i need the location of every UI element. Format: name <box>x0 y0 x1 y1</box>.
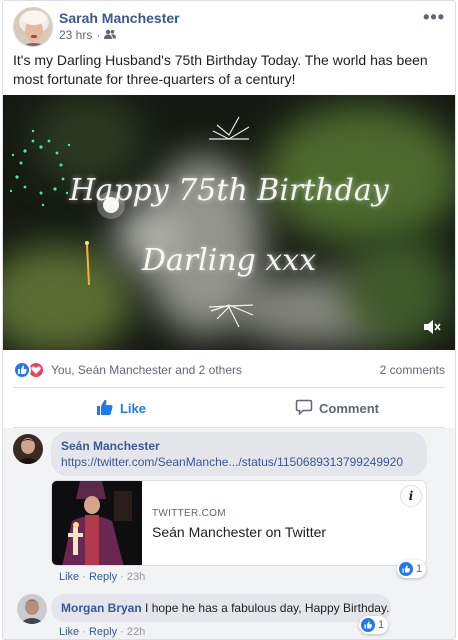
reactions-summary[interactable]: You, Seán Manchester and 2 others <box>51 363 242 377</box>
link-preview-card[interactable]: TWITTER.COM Seán Manchester on Twitter i <box>51 480 427 566</box>
comment-like-badge[interactable]: 1 <box>397 560 427 578</box>
post-actions: Like Comment <box>13 391 445 425</box>
video-caption-line-2: Darling xxx <box>141 243 317 278</box>
comment-like-badge[interactable]: 1 <box>359 616 389 634</box>
like-reaction-icon <box>361 618 375 632</box>
like-button-label: Like <box>119 400 146 416</box>
fireworks-graphic <box>9 116 254 328</box>
comment-time[interactable]: 22h <box>127 626 145 638</box>
video-caption-line-1: Happy 75th Birthday <box>69 173 389 208</box>
comment-like-link[interactable]: Like <box>59 571 79 583</box>
comment-bubble-icon <box>295 398 313 419</box>
comment-time[interactable]: 23h <box>127 571 145 583</box>
preview-title[interactable]: Seán Manchester on Twitter <box>152 524 326 540</box>
reactions-bar: You, Seán Manchester and 2 others 2 comm… <box>13 359 445 381</box>
comment-reply-link[interactable]: Reply <box>89 626 117 638</box>
info-icon[interactable]: i <box>400 485 422 507</box>
comment-like-count: 1 <box>416 563 423 575</box>
thumbs-up-icon <box>96 398 114 419</box>
author-avatar[interactable] <box>13 7 53 47</box>
reaction-icons[interactable] <box>13 361 49 379</box>
comment-reply-link[interactable]: Reply <box>89 571 117 583</box>
post-text: It's my Darling Husband's 75th Birthday … <box>13 52 428 87</box>
comment-button[interactable]: Comment <box>229 391 445 425</box>
commenter-avatar[interactable] <box>17 594 47 624</box>
like-button[interactable]: Like <box>13 391 229 425</box>
comment-bubble: Morgan Bryan I hope he has a fabulous da… <box>51 594 391 622</box>
comments-section: Seán Manchester https://twitter.com/Sean… <box>3 428 455 639</box>
birthday-video[interactable]: Happy 75th Birthday Darling xxx <box>3 95 455 350</box>
comment-like-link[interactable]: Like <box>59 626 79 638</box>
speaker-muted-icon[interactable] <box>423 319 441 340</box>
author-name[interactable]: Sarah Manchester <box>59 10 180 26</box>
comment-button-label: Comment <box>319 400 379 416</box>
post-meta: 23 hrs · <box>59 28 117 42</box>
comment-text: I hope he has a fabulous day, Happy Birt… <box>145 601 390 615</box>
comment-footer: Like · Reply · 22h <box>59 626 146 638</box>
like-reaction-icon <box>399 562 413 576</box>
more-options-icon[interactable]: ••• <box>423 7 445 28</box>
commenter-avatar[interactable] <box>13 434 43 464</box>
comment-link[interactable]: https://twitter.com/SeanManche.../status… <box>61 454 417 470</box>
comment-author[interactable]: Morgan Bryan <box>61 601 142 615</box>
comment-bubble: Seán Manchester https://twitter.com/Sean… <box>51 432 427 476</box>
preview-domain: TWITTER.COM <box>152 508 226 519</box>
comments-count[interactable]: 2 comments <box>380 363 445 377</box>
preview-image <box>52 481 142 565</box>
comment-author[interactable]: Seán Manchester <box>61 438 417 454</box>
post-time[interactable]: 23 hrs <box>59 28 92 42</box>
like-reaction-icon <box>13 361 31 379</box>
comment-footer: Like · Reply · 23h <box>59 571 146 583</box>
divider <box>13 387 445 388</box>
post-header: Sarah Manchester 23 hrs · ••• <box>13 7 445 47</box>
friends-icon <box>104 28 117 42</box>
facebook-post: Sarah Manchester 23 hrs · ••• It's my Da… <box>2 0 456 640</box>
comment-like-count: 1 <box>378 619 385 631</box>
